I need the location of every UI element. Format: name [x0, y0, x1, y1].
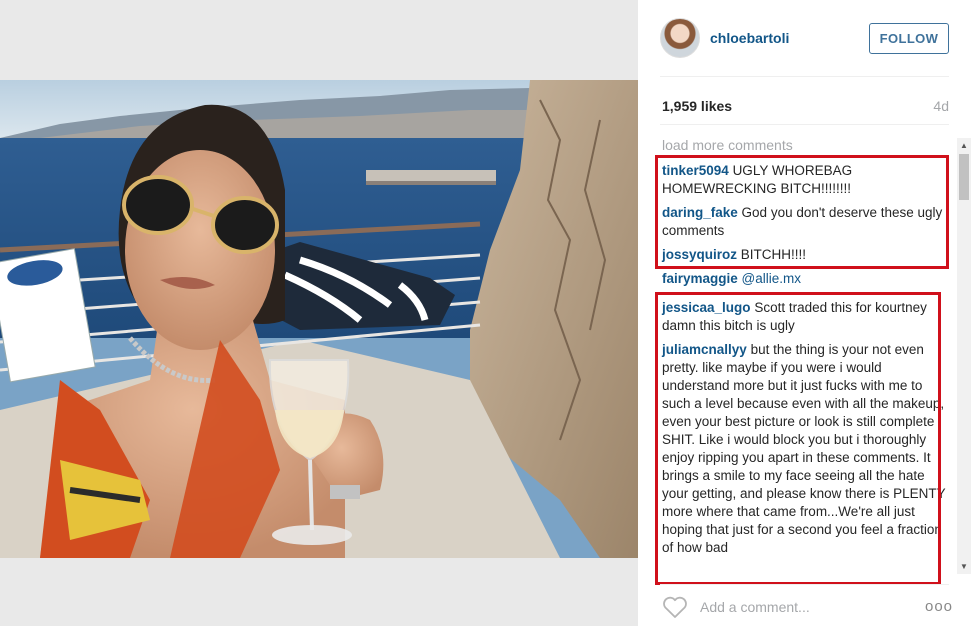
like-heart-icon[interactable]: [662, 596, 688, 618]
likes-count[interactable]: 1,959 likes: [662, 98, 732, 114]
scroll-down-arrow-icon[interactable]: ▼: [960, 562, 968, 571]
comment-mention-link[interactable]: @allie.mx: [742, 271, 801, 286]
instagram-post-view: chloebartoli FOLLOW 1,959 likes 4d load …: [0, 0, 971, 626]
post-side-panel: chloebartoli FOLLOW 1,959 likes 4d load …: [638, 0, 971, 626]
follow-button[interactable]: FOLLOW: [869, 23, 949, 54]
comment: fairymaggie @allie.mx: [662, 270, 952, 288]
photo-pane: [0, 0, 638, 626]
photo-illustration: [0, 80, 638, 558]
highlight-box: [655, 155, 949, 269]
divider: [660, 76, 949, 77]
load-more-comments-link[interactable]: load more comments: [662, 136, 952, 154]
divider: [660, 584, 949, 585]
more-options-icon[interactable]: ooo: [925, 598, 953, 615]
scroll-thumb[interactable]: [959, 154, 969, 200]
comments-scrollbar[interactable]: ▲ ▼: [957, 138, 971, 574]
username-link[interactable]: chloebartoli: [710, 30, 789, 46]
post-photo[interactable]: [0, 80, 638, 558]
scroll-up-arrow-icon[interactable]: ▲: [960, 141, 968, 150]
comment-username[interactable]: fairymaggie: [662, 271, 738, 286]
add-comment-input[interactable]: Add a comment...: [700, 599, 810, 615]
post-age[interactable]: 4d: [933, 98, 949, 114]
divider: [660, 124, 949, 125]
avatar[interactable]: [660, 18, 700, 58]
highlight-box: [655, 292, 941, 585]
